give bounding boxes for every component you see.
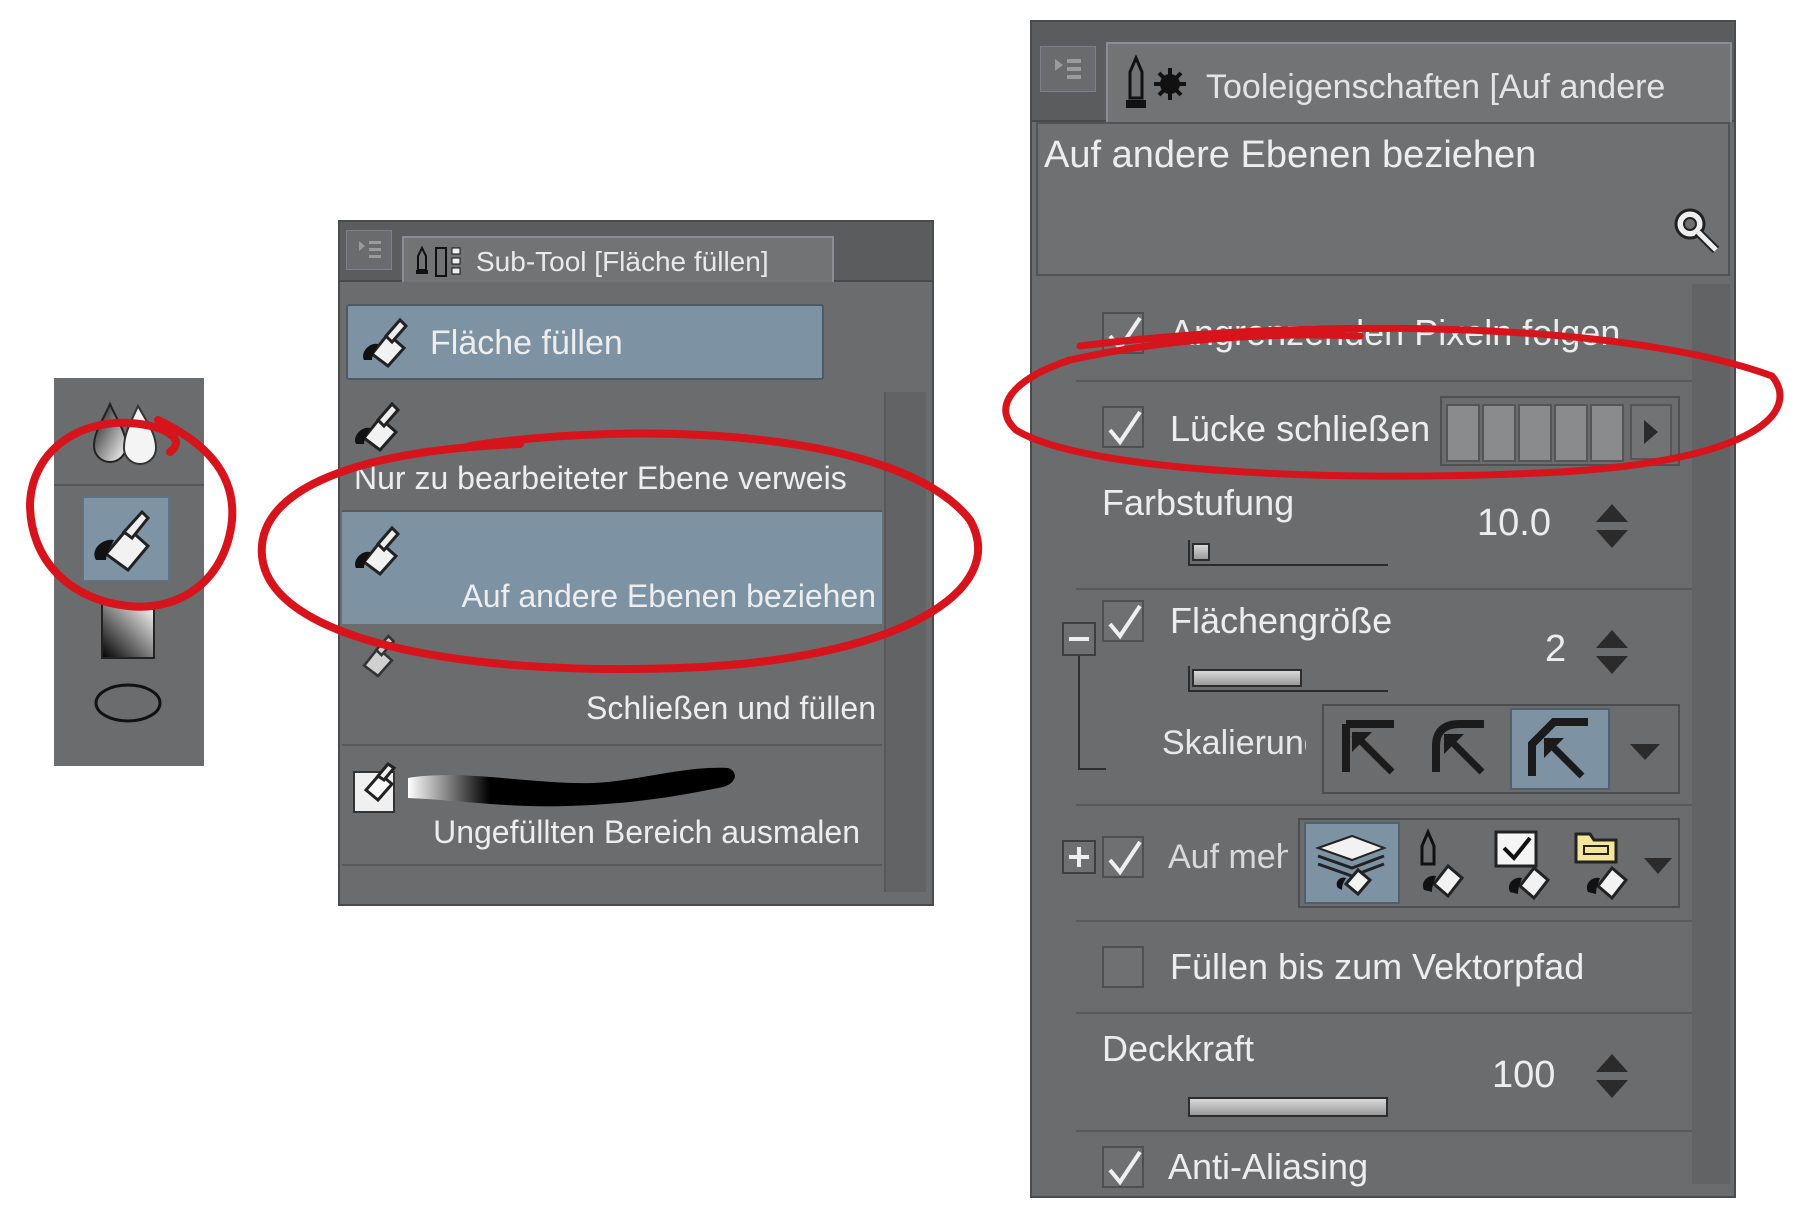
- follow-pixels-row: Angrenzenden Pixeln folgen: [1032, 292, 1692, 372]
- blend-drops-icon[interactable]: [88, 400, 168, 470]
- area-scaling-label: Flächengröße: [1170, 600, 1393, 641]
- follow-pixels-checkbox[interactable]: [1102, 312, 1144, 354]
- subtool-scrollbar[interactable]: [884, 392, 926, 892]
- tool-palette: [54, 378, 204, 766]
- chevron-right-icon[interactable]: [1630, 404, 1672, 460]
- list-item-selected[interactable]: Auf andere Ebenen beziehen: [342, 512, 882, 624]
- fill-bucket-icon: [363, 317, 409, 369]
- anti-alias-label: Anti-Aliasing: [1168, 1146, 1369, 1187]
- list-item-label: Auf andere Ebenen beziehen: [461, 578, 876, 614]
- area-scaling-slider[interactable]: [1188, 666, 1388, 692]
- separator: [1076, 380, 1692, 382]
- subtool-tabbar: Sub-Tool [Fläche füllen]: [340, 222, 932, 282]
- tool-properties-panel: Tooleigenschaften [Auf andere Auf andere…: [1030, 20, 1736, 1198]
- folder-layer-icon[interactable]: [1568, 824, 1640, 904]
- tree-line: [1078, 656, 1106, 770]
- multi-ref-checkbox[interactable]: [1102, 836, 1144, 878]
- anti-alias-row: Anti-Aliasing: [1032, 1132, 1692, 1198]
- separator: [1076, 588, 1692, 590]
- wrench-icon[interactable]: [1668, 202, 1724, 258]
- color-margin-slider[interactable]: [1188, 540, 1388, 566]
- tool-name-header: Auf andere Ebenen beziehen: [1036, 122, 1730, 276]
- opacity-slider[interactable]: [1188, 1094, 1388, 1120]
- separator: [1076, 804, 1692, 806]
- separator: [1076, 1012, 1692, 1014]
- subtool-group-button[interactable]: Fläche füllen: [346, 304, 824, 380]
- follow-pixels-label: Angrenzenden Pixeln folgen: [1170, 312, 1621, 353]
- panel-menu-button[interactable]: [1040, 46, 1096, 92]
- list-item-label: Schließen und füllen: [586, 690, 876, 726]
- close-gap-level-selector[interactable]: [1440, 396, 1680, 466]
- reference-layer-icon[interactable]: [1404, 824, 1482, 904]
- props-tab-title: Tooleigenschaften [Auf andere: [1206, 68, 1666, 106]
- ellipse-icon[interactable]: [90, 678, 166, 728]
- color-margin-label: Farbstufung: [1102, 482, 1295, 523]
- fill-bucket-icon: [355, 401, 401, 453]
- scaling-round-icon[interactable]: [1420, 712, 1506, 786]
- close-gap-checkbox[interactable]: [1102, 406, 1144, 448]
- subtool-list: Nur zu bearbeiteter Ebene verweis Auf an…: [342, 392, 926, 892]
- brush-stroke-icon: [353, 762, 735, 813]
- expand-icon[interactable]: [1062, 840, 1096, 874]
- area-scaling-checkbox[interactable]: [1102, 600, 1144, 642]
- list-item-label: Nur zu bearbeiteter Ebene verweis: [354, 460, 847, 496]
- subtool-panel: Sub-Tool [Fläche füllen] Fläche füllen N…: [338, 220, 934, 906]
- anti-alias-checkbox[interactable]: [1102, 1146, 1144, 1188]
- fill-bucket-icon[interactable]: [82, 496, 170, 582]
- panel-menu-button[interactable]: [346, 230, 392, 270]
- scaling-mode-selector[interactable]: [1322, 704, 1680, 794]
- area-scaling-value: 2: [1545, 628, 1567, 670]
- color-margin-row: Farbstufung 10.0: [1032, 474, 1692, 584]
- area-scaling-row: Flächengröße 2 Skalierung: [1032, 592, 1692, 802]
- fill-to-vector-row: Füllen bis zum Vektorpfad: [1032, 924, 1692, 1010]
- opacity-label: Deckkraft: [1102, 1028, 1255, 1069]
- scaling-bevel-icon[interactable]: [1510, 708, 1610, 790]
- opacity-spinner[interactable]: [1592, 1048, 1632, 1104]
- fill-to-vector-checkbox[interactable]: [1102, 946, 1144, 988]
- props-scrollbar[interactable]: [1692, 284, 1730, 1184]
- scaling-square-icon[interactable]: [1330, 712, 1416, 786]
- list-item[interactable]: Ungefüllten Bereich ausmalen: [342, 746, 882, 866]
- list-item[interactable]: Nur zu bearbeiteter Ebene verweis: [342, 392, 882, 512]
- separator: [1076, 920, 1692, 922]
- subtool-tab-icon: [416, 245, 461, 277]
- close-gap-row: Lücke schließen: [1032, 384, 1692, 472]
- selected-layer-icon[interactable]: [1484, 824, 1566, 904]
- list-item-label: Ungefüllten Bereich ausmalen: [433, 814, 860, 850]
- tool-name: Auf andere Ebenen beziehen: [1044, 134, 1537, 176]
- list-item[interactable]: Schließen und füllen: [342, 626, 882, 746]
- subtool-group-label: Fläche füllen: [430, 324, 623, 362]
- fill-bucket-icon: [362, 634, 396, 678]
- area-scaling-spinner[interactable]: [1592, 624, 1632, 680]
- tab-subtool[interactable]: Sub-Tool [Fläche füllen]: [402, 236, 834, 282]
- multi-ref-selector[interactable]: [1298, 818, 1680, 908]
- multi-ref-label: Auf meh: [1168, 838, 1288, 876]
- subtool-tab-title: Sub-Tool [Fläche füllen]: [476, 246, 769, 277]
- tab-tool-properties[interactable]: Tooleigenschaften [Auf andere: [1106, 42, 1732, 122]
- tool-property-tab-icon: [1126, 54, 1186, 108]
- color-margin-spinner[interactable]: [1592, 498, 1632, 554]
- opacity-value: 100: [1492, 1054, 1556, 1096]
- fill-bucket-icon: [355, 525, 401, 577]
- palette-divider: [54, 484, 204, 486]
- all-layers-icon[interactable]: [1304, 822, 1400, 904]
- opacity-row: Deckkraft 100: [1032, 1016, 1692, 1126]
- props-tabbar: Tooleigenschaften [Auf andere: [1032, 22, 1734, 122]
- collapse-icon[interactable]: [1062, 622, 1096, 656]
- close-gap-label: Lücke schließen: [1170, 408, 1431, 449]
- color-margin-value: 10.0: [1477, 502, 1551, 544]
- chevron-down-icon[interactable]: [1638, 842, 1678, 888]
- scaling-mode-label: Skalierung: [1162, 724, 1306, 762]
- chevron-down-icon[interactable]: [1620, 726, 1670, 776]
- fill-to-vector-label: Füllen bis zum Vektorpfad: [1170, 946, 1585, 987]
- gradient-icon[interactable]: [98, 600, 158, 662]
- multi-ref-row: Auf meh: [1032, 808, 1692, 908]
